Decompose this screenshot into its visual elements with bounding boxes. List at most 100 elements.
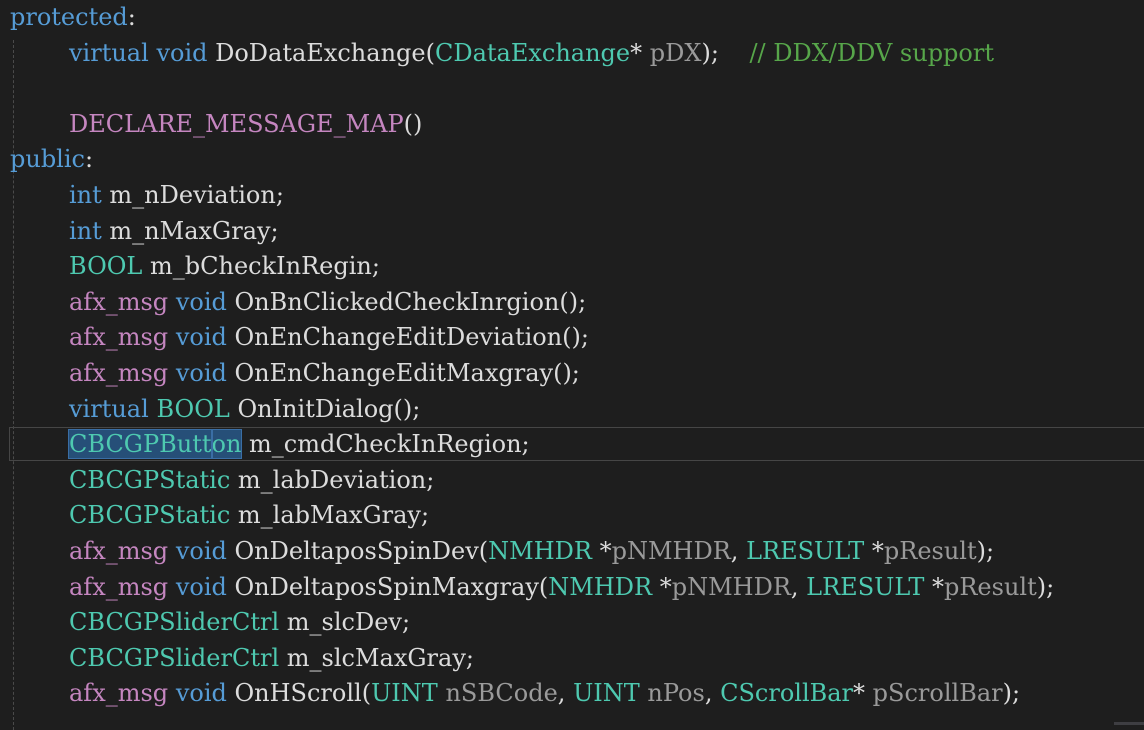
code-token: m_nDeviation; [101,181,284,209]
code-text: protected: [10,0,136,35]
code-token: OnBnClickedCheckInrgion(); [226,287,587,316]
code-text: CBCGPStatic m_labMaxGray; [69,498,429,533]
code-token: * [652,572,672,601]
code-editor[interactable]: protected: virtual void DoDataExchange(CD… [0,0,1144,730]
code-token: m_labMaxGray; [230,501,430,530]
code-token: nSBCode [445,679,558,708]
code-token: public [10,145,85,174]
code-token: pResult [944,572,1037,601]
code-text: afx_msg void OnHScroll(UINT nSBCode, UIN… [69,676,1020,711]
code-token: , [730,537,747,565]
code-token: void [175,287,227,316]
code-text: afx_msg void OnDeltaposSpinMaxgray(NMHDR… [69,570,1054,605]
code-token: afx_msg [69,287,169,316]
selected-token: CBCGPButt [68,429,213,460]
code-text: CBCGPButton m_cmdCheckInRegion; [68,427,530,462]
code-token: OnDeltaposSpinDev( [226,537,489,565]
code-text: CBCGPSliderCtrl m_slcMaxGray; [69,641,474,676]
code-token: UINT [573,679,640,708]
code-token: virtual [69,394,149,423]
code-token: ); [1002,679,1021,708]
code-token: ); [976,537,995,565]
code-token: int [69,181,102,209]
code-token: * [853,679,873,708]
code-token: OnEnChangeEditDeviation(); [226,323,589,352]
code-token: BOOL [69,252,143,281]
code-text: DECLARE_MESSAGE_MAP() [69,107,422,142]
code-token: afx_msg [69,323,169,352]
code-token: pResult [883,537,977,565]
code-token: : [127,3,136,31]
code-token: void [175,679,227,708]
code-token: OnEnChangeEditMaxgray(); [226,359,580,387]
code-token: DECLARE_MESSAGE_MAP [69,109,404,138]
code-token: void [175,323,227,352]
code-token: CScrollBar [720,679,854,708]
code-token: m_slcDev; [279,608,411,637]
code-text: public: [10,142,93,177]
code-token: pNMHDR [611,537,731,565]
code-token: * [630,38,650,67]
code-token: CBCGPStatic [69,501,231,530]
code-token: UINT [371,679,438,708]
code-token: () [403,109,423,138]
code-token: BOOL [156,394,230,423]
code-token: afx_msg [69,537,169,565]
code-token: CBCGPStatic [69,465,231,494]
code-text: CBCGPSliderCtrl m_slcDev; [69,605,410,640]
code-text: int m_nDeviation; [69,178,284,213]
code-token: ); [1036,572,1055,601]
code-token: nPos [647,679,705,708]
code-text: BOOL m_bCheckInRegin; [69,249,380,284]
code-token: m_cmdCheckInRegion; [241,430,530,459]
code-token: protected [10,3,128,31]
code-token: CBCGPSliderCtrl [69,643,280,672]
code-token: NMHDR [488,537,592,565]
code-token: void [156,38,208,67]
code-token: CBCGPSliderCtrl [69,608,280,637]
code-token: , [790,572,807,601]
code-token: void [175,537,227,565]
code-token: pScrollBar [872,679,1003,708]
code-text: virtual BOOL OnInitDialog(); [69,392,420,427]
code-token: CDataExchange [434,38,631,67]
code-token: NMHDR [548,572,653,601]
code-token: , [557,679,574,708]
code-token: m_labDeviation; [230,465,435,494]
code-token: * [924,572,944,601]
code-token: afx_msg [69,679,169,708]
code-token: OnDeltaposSpinMaxgray( [226,572,549,601]
code-text: CBCGPStatic m_labDeviation; [69,463,434,498]
code-token: afx_msg [69,572,169,601]
code-token: afx_msg [69,359,169,387]
code-token: virtual [69,38,149,67]
code-token: , [704,679,721,708]
code-token: void [175,359,227,387]
code-token: ); [701,38,750,67]
code-token: m_slcMaxGray; [279,643,474,672]
code-text: afx_msg void OnDeltaposSpinDev(NMHDR *pN… [69,534,994,569]
code-token: // DDX/DDV support [749,38,994,67]
code-text: afx_msg void OnEnChangeEditDeviation(); [69,320,589,355]
selected-token: on [210,429,243,460]
code-token: * [864,537,884,565]
code-text: virtual void DoDataExchange(CDataExchang… [69,36,994,71]
code-token: void [175,572,227,601]
code-token: * [591,537,612,565]
code-token: pNMHDR [671,572,791,601]
code-text: afx_msg void OnBnClickedCheckInrgion(); [69,285,586,320]
code-token: OnHScroll( [226,679,372,708]
code-token: int [69,216,102,245]
code-token: : [84,145,94,174]
code-token: DoDataExchange( [207,38,435,67]
code-text: int m_nMaxGray; [69,214,279,249]
code-token: OnInitDialog(); [229,394,421,423]
code-token: m_nMaxGray; [101,216,279,245]
code-text: afx_msg void OnEnChangeEditMaxgray(); [69,356,580,391]
